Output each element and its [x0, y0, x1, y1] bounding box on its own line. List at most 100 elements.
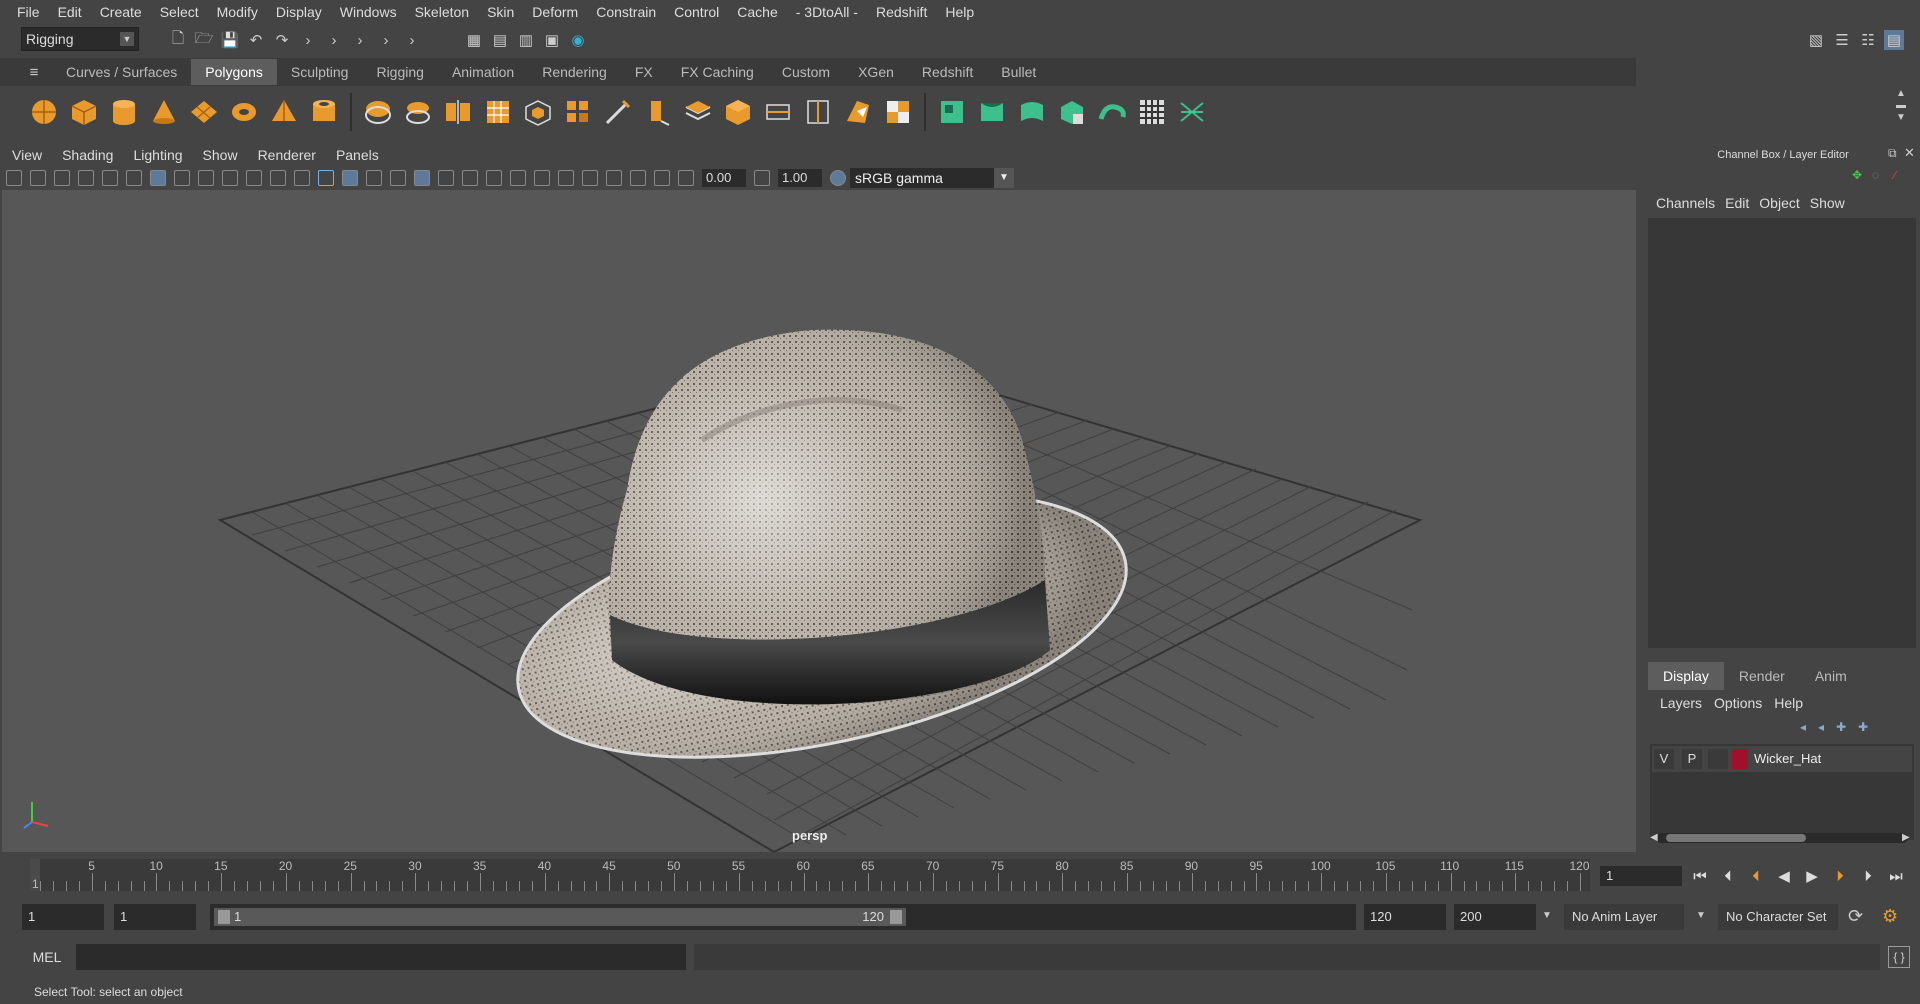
menu-skin[interactable]: Skin — [478, 0, 523, 24]
shelf-tab-xgen[interactable]: XGen — [844, 59, 908, 85]
menu-display[interactable]: Display — [267, 0, 331, 24]
film-gate-icon[interactable] — [174, 170, 190, 186]
character-set-selector[interactable]: No Character Set — [1718, 904, 1838, 930]
poly-torus-icon[interactable] — [227, 95, 261, 129]
script-editor-icon[interactable]: { } — [1888, 946, 1910, 968]
uv-auto-icon[interactable] — [1015, 95, 1049, 129]
playback-start-field[interactable]: 1 — [114, 904, 196, 930]
menu-cache[interactable]: Cache — [728, 0, 786, 24]
float-icon[interactable]: ⧉ — [1888, 146, 1897, 161]
channel-menu-show[interactable]: Show — [1800, 195, 1845, 211]
view-transform-selector[interactable]: sRGB gamma ▼ — [850, 168, 1014, 188]
wireframe-on-shaded-icon[interactable] — [390, 170, 406, 186]
layer-menu-layers[interactable]: Layers — [1648, 695, 1702, 711]
attribute-editor-icon[interactable]: ☰ — [1832, 30, 1852, 50]
shelf-tab-sculpting[interactable]: Sculpting — [277, 59, 363, 85]
shelf-scroll-arrows[interactable]: ▲ ▬ ▼ — [1896, 88, 1906, 124]
channel-box-icon[interactable]: ▤ — [1884, 30, 1904, 50]
layer-tab-anim[interactable]: Anim — [1800, 662, 1862, 690]
anti-aliasing-icon[interactable] — [534, 170, 550, 186]
menu-modify[interactable]: Modify — [208, 0, 267, 24]
perspective-viewport[interactable] — [2, 190, 1636, 852]
shelf-tab-animation[interactable]: Animation — [438, 59, 528, 85]
tool-settings-icon[interactable]: ☷ — [1858, 30, 1878, 50]
render-view-icon[interactable]: ▦ — [464, 30, 484, 50]
uv-editor-icon[interactable] — [1055, 95, 1089, 129]
depth-of-field-icon[interactable] — [558, 170, 574, 186]
menu-windows[interactable]: Windows — [331, 0, 406, 24]
animation-preferences-icon[interactable]: ⚙ — [1882, 906, 1898, 927]
go-to-start-icon[interactable]: ⏮ — [1690, 868, 1710, 885]
menu-edit[interactable]: Edit — [49, 0, 91, 24]
menu-select[interactable]: Select — [151, 0, 208, 24]
script-language-toggle[interactable]: MEL — [22, 946, 72, 968]
gate-mask-icon[interactable] — [222, 170, 238, 186]
shelf-tab-redshift[interactable]: Redshift — [908, 59, 987, 85]
extrude-icon[interactable] — [521, 95, 555, 129]
motion-blur-icon[interactable] — [510, 170, 526, 186]
shelf-tab-rigging[interactable]: Rigging — [362, 59, 437, 85]
smooth-icon[interactable] — [481, 95, 515, 129]
auto-key-icon[interactable]: ⟳ — [1848, 906, 1863, 927]
grease-pencil-icon[interactable] — [126, 170, 142, 186]
shelf-tab-bullet[interactable]: Bullet — [987, 59, 1050, 85]
xray-icon[interactable] — [606, 170, 622, 186]
uv-unfold-icon[interactable] — [1095, 95, 1129, 129]
menu-3dtoall[interactable]: - 3DtoAll - — [787, 0, 867, 24]
move-layer-down-icon[interactable]: ◂ — [1818, 720, 1824, 734]
open-scene-icon[interactable]: 🗁 — [194, 30, 214, 50]
modeling-toolkit-icon[interactable]: ▧ — [1806, 30, 1826, 50]
scroll-right-icon[interactable]: ▶ — [1902, 832, 1910, 843]
shelf-tab-fx[interactable]: FX — [621, 59, 667, 85]
current-frame-field[interactable]: 1 — [1600, 866, 1682, 886]
gamma-field[interactable]: 1.00 — [778, 169, 822, 187]
menu-constrain[interactable]: Constrain — [587, 0, 665, 24]
panel-menu-panels[interactable]: Panels — [326, 143, 389, 167]
menu-set-selector[interactable]: Rigging ▼ — [21, 27, 139, 51]
layer-tab-render[interactable]: Render — [1724, 662, 1800, 690]
color-management-icon[interactable] — [830, 170, 846, 186]
layer-color-swatch[interactable] — [1732, 749, 1748, 769]
render-frame-icon[interactable]: ▤ — [490, 30, 510, 50]
target-weld-icon[interactable] — [641, 95, 675, 129]
bookmark-icon[interactable] — [54, 170, 70, 186]
command-input[interactable] — [76, 944, 686, 970]
shadows-icon[interactable] — [462, 170, 478, 186]
range-slider-handle[interactable]: 1 120 — [214, 908, 906, 926]
isolate-select-icon[interactable] — [582, 170, 598, 186]
layer-scrollbar-thumb[interactable] — [1666, 834, 1806, 842]
poly-cone-icon[interactable] — [147, 95, 181, 129]
uv-layout-icon[interactable] — [1175, 95, 1209, 129]
poly-plane-icon[interactable] — [187, 95, 221, 129]
next-key-icon[interactable]: ⏵ — [1830, 868, 1850, 885]
layer-menu-help[interactable]: Help — [1762, 695, 1803, 711]
textured-icon[interactable] — [414, 170, 430, 186]
undo-icon[interactable]: ↶ — [246, 30, 266, 50]
playback-end-field[interactable]: 120 — [1364, 904, 1446, 930]
move-layer-up-icon[interactable]: ◂ — [1800, 720, 1806, 734]
go-to-end-icon[interactable]: ⏭ — [1886, 868, 1906, 885]
render-settings-icon[interactable]: ▣ — [542, 30, 562, 50]
new-layer-selected-icon[interactable]: ✚ — [1858, 720, 1868, 734]
channel-list[interactable] — [1648, 218, 1916, 648]
new-scene-icon[interactable]: 🗋 — [168, 30, 188, 50]
separate-icon[interactable] — [401, 95, 435, 129]
uv-planar-icon[interactable] — [881, 95, 915, 129]
step-back-icon[interactable]: ⏴ — [1718, 868, 1738, 885]
layer-row[interactable]: V P Wicker_Hat — [1652, 746, 1912, 772]
layer-menu-options[interactable]: Options — [1702, 695, 1762, 711]
shelf-tab-fx-caching[interactable]: FX Caching — [667, 59, 768, 85]
fill-hole-icon[interactable] — [721, 95, 755, 129]
combine-icon[interactable] — [361, 95, 395, 129]
flat-shade-icon[interactable] — [366, 170, 382, 186]
menu-deform[interactable]: Deform — [523, 0, 587, 24]
step-forward-icon[interactable]: ⏵ — [1858, 868, 1878, 885]
chevron-down-icon[interactable]: ▼ — [1696, 910, 1706, 921]
channel-menu-object[interactable]: Object — [1749, 195, 1799, 211]
panel-menu-shading[interactable]: Shading — [52, 143, 123, 167]
panel-menu-show[interactable]: Show — [193, 143, 248, 167]
panel-menu-lighting[interactable]: Lighting — [123, 143, 192, 167]
channel-menu-edit[interactable]: Edit — [1715, 195, 1749, 211]
grid-toggle-icon[interactable] — [150, 170, 166, 186]
exposure-icon[interactable] — [678, 170, 694, 186]
